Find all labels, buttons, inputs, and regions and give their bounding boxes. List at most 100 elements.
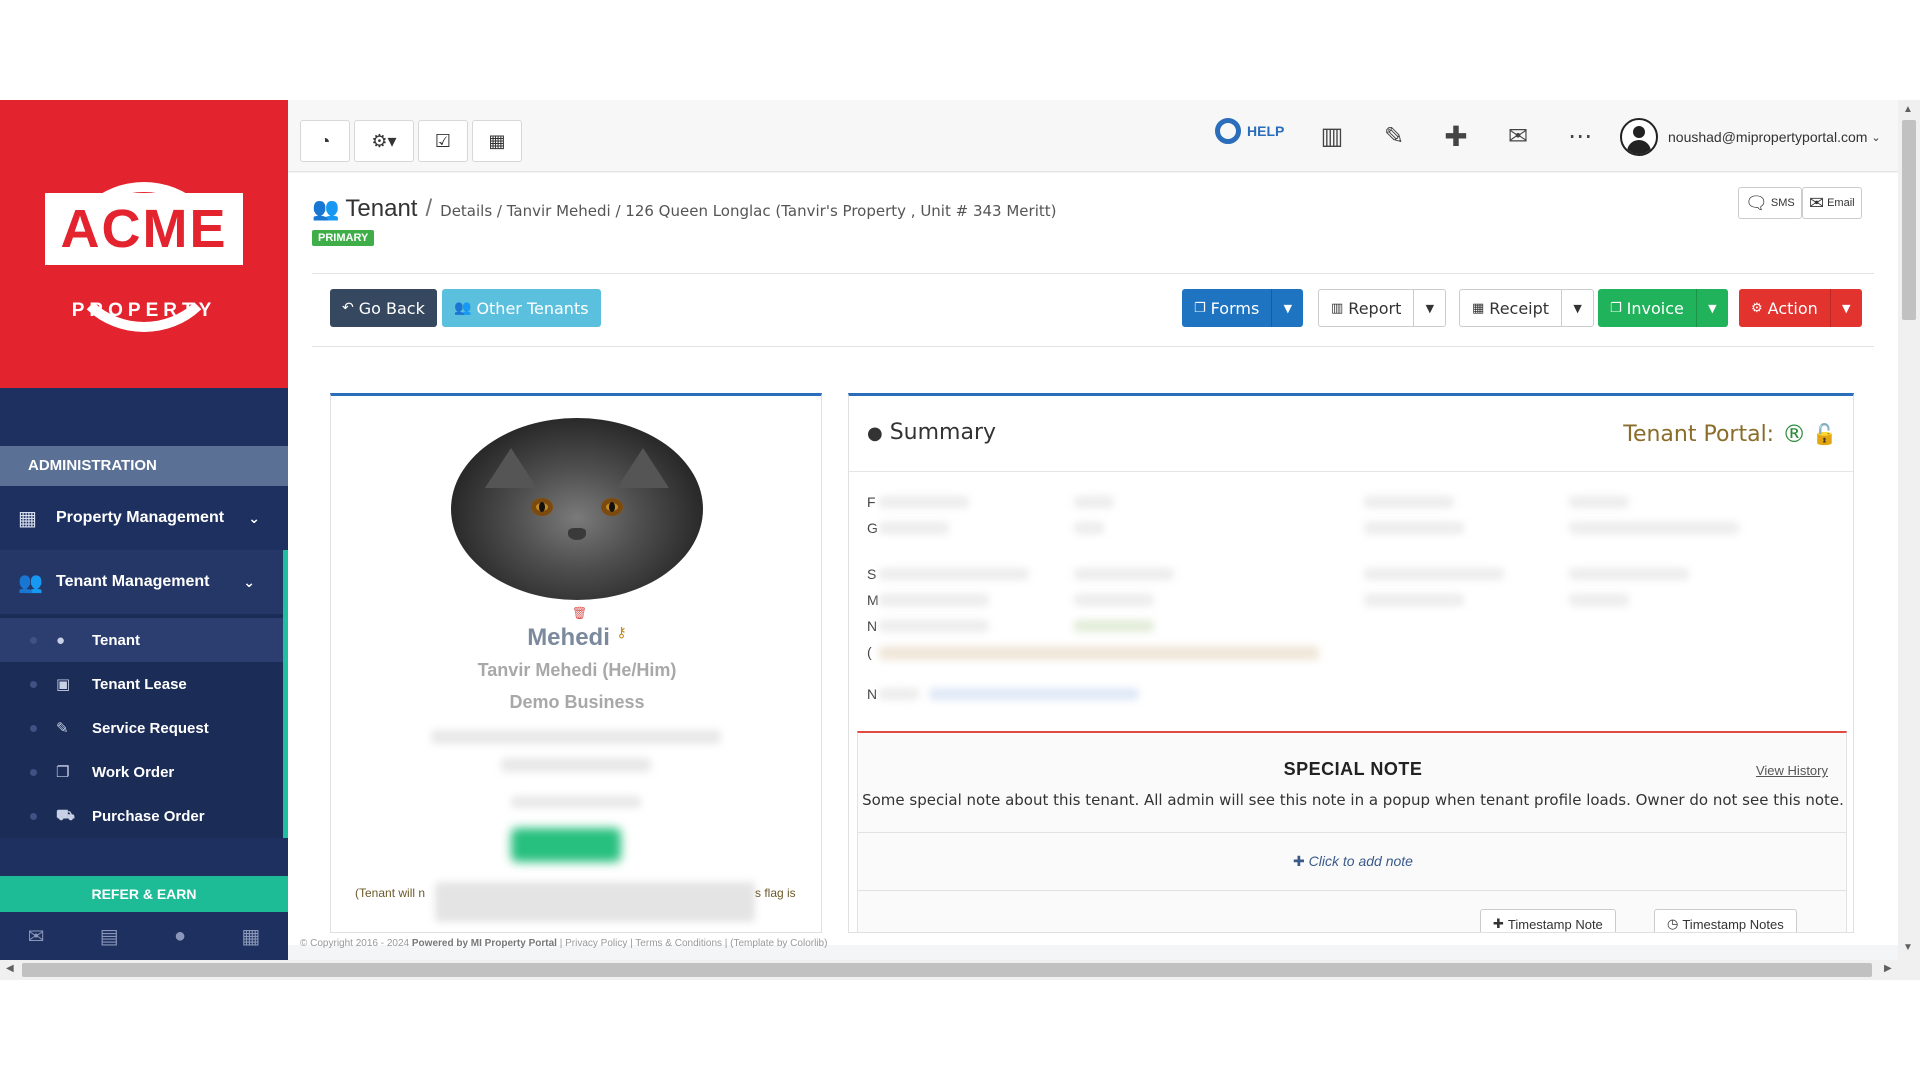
blurred-field: [1569, 496, 1629, 508]
sidebar-subitem-label: Tenant Lease: [92, 675, 187, 693]
receipt-label: Receipt: [1489, 298, 1550, 318]
trash-icon[interactable]: 🗑: [572, 606, 587, 620]
photo-eye: [531, 498, 553, 516]
sidebar-subitem-work-order[interactable]: ❐ Work Order: [0, 750, 283, 794]
dashboard-icon: ◔: [319, 130, 331, 151]
logo[interactable]: ACME PROPERTY: [0, 100, 288, 388]
plus-icon: ✚: [1293, 853, 1305, 869]
blurred-phone: [501, 758, 651, 772]
tenant-photo[interactable]: [451, 418, 703, 600]
bullet: [30, 768, 37, 776]
speech-bubble-icon: 🗨: [1745, 192, 1768, 213]
sidebar-item-property-management[interactable]: ▦ Property Management ⌄: [0, 486, 288, 550]
scroll-thumb[interactable]: [22, 963, 1872, 977]
report-button[interactable]: ▥ Report: [1319, 290, 1413, 326]
blurred-field: [1074, 620, 1154, 632]
special-note-title: SPECIAL NOTE: [1283, 759, 1423, 779]
bar-chart-icon: ▥: [1331, 300, 1344, 316]
unlock-icon[interactable]: 🔓: [1812, 422, 1837, 446]
briefcase-icon[interactable]: ▤: [100, 924, 119, 949]
tenant-full-name: Tanvir Mehedi (He/Him): [477, 660, 677, 680]
user-email: noushad@mipropertyportal.com: [1668, 129, 1868, 145]
blurred-field: [1074, 568, 1174, 580]
sidebar-subitem-tenant-lease[interactable]: ▣ Tenant Lease: [0, 662, 283, 706]
key-icon[interactable]: ⚷: [617, 624, 627, 640]
invoice-button[interactable]: ❐ Invoice: [1598, 289, 1696, 327]
scroll-thumb[interactable]: [1902, 120, 1916, 320]
report-button-group: ▥ Report ▼: [1318, 289, 1447, 327]
scroll-down-icon[interactable]: ▼: [1903, 942, 1913, 953]
sidebar-item-tenant-management[interactable]: 👥 Tenant Management ⌄: [0, 550, 288, 614]
bullet: [30, 636, 37, 644]
receipt-button[interactable]: ▦ Receipt: [1460, 290, 1561, 326]
blurred-email: [431, 730, 721, 744]
vertical-scrollbar[interactable]: ▲ ▼: [1898, 100, 1920, 960]
email-button[interactable]: ✉ Email: [1802, 187, 1862, 219]
sidebar-subitem-tenant[interactable]: ● Tenant: [0, 618, 283, 662]
help-label: HELP: [1247, 123, 1285, 139]
scroll-left-icon[interactable]: ◀: [6, 963, 14, 974]
invoice-dropdown-toggle[interactable]: ▼: [1695, 289, 1728, 327]
reply-icon: ↶: [342, 300, 354, 316]
go-back-button[interactable]: ↶ Go Back: [330, 289, 437, 327]
tenant-note-left: (Tenant will n: [355, 886, 426, 900]
scroll-up-icon[interactable]: ▲: [1903, 104, 1913, 115]
blurred-field: [879, 620, 989, 632]
divider: [858, 832, 1846, 833]
view-history-link[interactable]: View History: [1756, 763, 1828, 778]
bullet: [30, 812, 37, 820]
user-icon[interactable]: ●: [174, 925, 186, 948]
refer-and-earn-button[interactable]: REFER & EARN: [0, 876, 288, 912]
add-note-link[interactable]: ✚ Click to add note: [858, 853, 1848, 870]
footer-links[interactable]: | Privacy Policy | Terms & Conditions | …: [560, 938, 828, 949]
forms-button[interactable]: ❐ Forms: [1182, 289, 1271, 327]
footer-powered-by[interactable]: Powered by MI Property Portal: [412, 938, 557, 949]
blurred-field: [1569, 522, 1739, 534]
other-tenants-button[interactable]: 👥 Other Tenants: [442, 289, 601, 327]
photo-nose: [568, 528, 586, 540]
envelope-icon[interactable]: ✉: [1502, 120, 1534, 152]
page-footer: © Copyright 2016 - 2024 Powered by MI Pr…: [300, 938, 827, 949]
timestamp-note-button[interactable]: ✚ Timestamp Note: [1480, 909, 1616, 932]
dashboard-button[interactable]: ◔: [300, 120, 350, 162]
settings-dropdown-button[interactable]: ⚙▾: [354, 120, 414, 162]
forms-dropdown-toggle[interactable]: ▼: [1271, 289, 1303, 327]
action-label: Action: [1767, 298, 1818, 318]
calculator-button[interactable]: ▦: [472, 120, 522, 162]
report-dropdown-toggle[interactable]: ▼: [1413, 290, 1445, 326]
action-button[interactable]: ⚙ Action: [1739, 289, 1830, 327]
bar-chart-icon[interactable]: ▥: [1316, 120, 1348, 152]
divider: [312, 346, 1874, 347]
sms-button[interactable]: 🗨 SMS: [1738, 187, 1802, 219]
primary-badge: PRIMARY: [312, 230, 375, 246]
calendar-button[interactable]: ☑: [418, 120, 468, 162]
top-navbar: ◔ ⚙▾ ☑ ▦ HELP ▥ ✎ ✚ ✉ ⋯ noushad@miproper…: [288, 100, 1898, 172]
horizontal-scrollbar[interactable]: ◀ ▶: [0, 960, 1920, 980]
users-icon: 👥: [18, 571, 43, 594]
timestamp-notes-button[interactable]: ◷ Timestamp Notes: [1654, 909, 1797, 932]
sidebar-subitem-purchase-order[interactable]: ⛟ Purchase Order: [0, 794, 283, 838]
action-dropdown-toggle[interactable]: ▼: [1829, 289, 1862, 327]
invoice-icon: ❐: [1610, 300, 1622, 316]
receipt-dropdown-toggle[interactable]: ▼: [1561, 290, 1593, 326]
photo-ear: [485, 448, 537, 488]
envelope-icon[interactable]: ✉: [28, 924, 45, 949]
calendar-check-icon: ☑: [434, 130, 452, 151]
photo-eye: [601, 498, 623, 516]
tenant-name-text: Mehedi: [527, 624, 610, 651]
help-button[interactable]: HELP: [1215, 118, 1284, 144]
main-content: 👥 Tenant / Details / Tanvir Mehedi / 126…: [288, 173, 1898, 945]
more-icon[interactable]: ⋯: [1564, 120, 1596, 152]
receipt-icon: ▦: [1472, 300, 1485, 316]
plus-icon[interactable]: ✚: [1440, 120, 1472, 152]
bullet: [30, 680, 37, 688]
calculator-icon[interactable]: ▦: [241, 924, 260, 949]
action-button-group: ⚙ Action ▼: [1739, 289, 1862, 327]
user-menu[interactable]: noushad@mipropertyportal.com ⌄: [1620, 118, 1881, 156]
sidebar-subitem-service-request[interactable]: ✎ Service Request: [0, 706, 283, 750]
wrench-icon[interactable]: ✎: [1378, 120, 1410, 152]
summary-card: ● Summary Tenant Portal: ® 🔓 F G S M N (…: [848, 393, 1854, 933]
scroll-right-icon[interactable]: ▶: [1884, 963, 1892, 974]
title-separator: /: [425, 195, 433, 222]
other-tenants-label: Other Tenants: [476, 298, 589, 318]
